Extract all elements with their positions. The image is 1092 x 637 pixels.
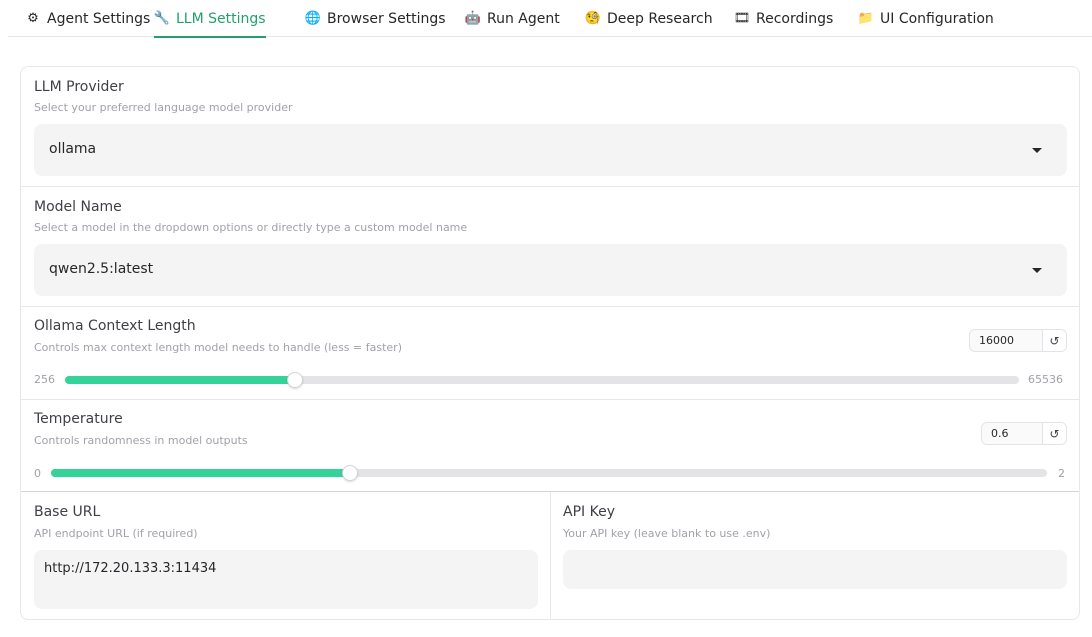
temperature-min: 0 xyxy=(34,467,41,480)
llm-provider-label: LLM Provider xyxy=(34,79,124,95)
llm-provider-value: ollama xyxy=(49,141,97,157)
film-icon: 🎞 xyxy=(733,11,751,26)
tab-deep-research[interactable]: 🧐 Deep Research xyxy=(585,0,713,37)
context-length-min: 256 xyxy=(34,373,55,386)
tab-label: Deep Research xyxy=(607,10,713,27)
tab-llm-settings[interactable]: 🔧 LLM Settings xyxy=(153,0,266,38)
context-length-max: 65536 xyxy=(1028,373,1063,386)
tab-label: Recordings xyxy=(756,10,834,27)
model-name-label: Model Name xyxy=(34,199,122,215)
slider-fill xyxy=(65,376,295,384)
model-name-block: Model Name Select a model in the dropdow… xyxy=(21,187,1079,307)
tab-label: UI Configuration xyxy=(880,10,994,27)
model-name-info: Select a model in the dropdown options o… xyxy=(34,221,468,234)
api-key-info: Your API key (leave blank to use .env) xyxy=(563,527,771,540)
llm-provider-info: Select your preferred language model pro… xyxy=(34,101,293,114)
tab-run-agent[interactable]: 🤖 Run Agent xyxy=(465,0,560,37)
temperature-block: Temperature Controls randomness in model… xyxy=(21,400,1079,492)
chevron-down-icon xyxy=(1032,268,1042,273)
slider-handle[interactable] xyxy=(286,372,303,388)
tab-label: Run Agent xyxy=(487,10,560,27)
tab-browser-settings[interactable]: 🌐 Browser Settings xyxy=(305,0,446,37)
base-url-input[interactable]: http://172.20.133.3:11434 xyxy=(34,550,538,609)
api-key-label: API Key xyxy=(563,504,615,520)
robot-icon: 🤖 xyxy=(464,11,482,26)
context-length-info: Controls max context length model needs … xyxy=(34,341,402,354)
tab-label: LLM Settings xyxy=(176,10,266,27)
reset-icon[interactable]: ↺ xyxy=(1042,423,1066,444)
api-key-input[interactable] xyxy=(563,550,1067,589)
temperature-info: Controls randomness in model outputs xyxy=(34,434,248,447)
temperature-input[interactable] xyxy=(982,423,1042,444)
context-length-input[interactable] xyxy=(970,330,1042,351)
reset-icon[interactable]: ↺ xyxy=(1042,330,1066,351)
base-url-value: http://172.20.133.3:11434 xyxy=(44,561,217,576)
llm-provider-block: LLM Provider Select your preferred langu… xyxy=(21,67,1079,187)
tab-recordings[interactable]: 🎞 Recordings xyxy=(733,0,834,37)
wrench-icon: 🔧 xyxy=(153,11,171,26)
context-length-number: ↺ xyxy=(969,329,1067,352)
llm-provider-dropdown[interactable]: ollama xyxy=(34,124,1067,176)
slider-handle[interactable] xyxy=(341,465,358,481)
tab-label: Agent Settings xyxy=(47,10,151,27)
tab-bar: ⚙ Agent Settings 🔧 LLM Settings 🌐 Browse… xyxy=(8,0,1092,38)
base-url-info: API endpoint URL (if required) xyxy=(34,527,198,540)
context-length-slider[interactable] xyxy=(65,372,1019,388)
temperature-label: Temperature xyxy=(34,411,123,427)
context-length-block: Ollama Context Length Controls max conte… xyxy=(21,307,1079,400)
tab-ui-configuration[interactable]: 📁 UI Configuration xyxy=(858,0,994,37)
temperature-number: ↺ xyxy=(981,422,1067,445)
temperature-max: 2 xyxy=(1058,467,1065,480)
column-divider xyxy=(550,492,551,619)
chevron-down-icon xyxy=(1032,148,1042,153)
globe-icon: 🌐 xyxy=(304,11,322,26)
folder-icon: 📁 xyxy=(857,11,875,26)
model-name-value: qwen2.5:latest xyxy=(49,261,154,277)
temperature-slider[interactable] xyxy=(51,465,1047,481)
model-name-dropdown[interactable]: qwen2.5:latest xyxy=(34,244,1067,296)
gear-icon: ⚙ xyxy=(27,11,39,26)
tab-label: Browser Settings xyxy=(327,10,446,27)
tab-agent-settings[interactable]: ⚙ Agent Settings xyxy=(25,0,150,37)
llm-settings-panel: LLM Provider Select your preferred langu… xyxy=(20,66,1080,620)
slider-fill xyxy=(51,469,350,477)
base-url-label: Base URL xyxy=(34,504,101,520)
face-icon: 🧐 xyxy=(584,11,602,26)
context-length-label: Ollama Context Length xyxy=(34,318,196,334)
